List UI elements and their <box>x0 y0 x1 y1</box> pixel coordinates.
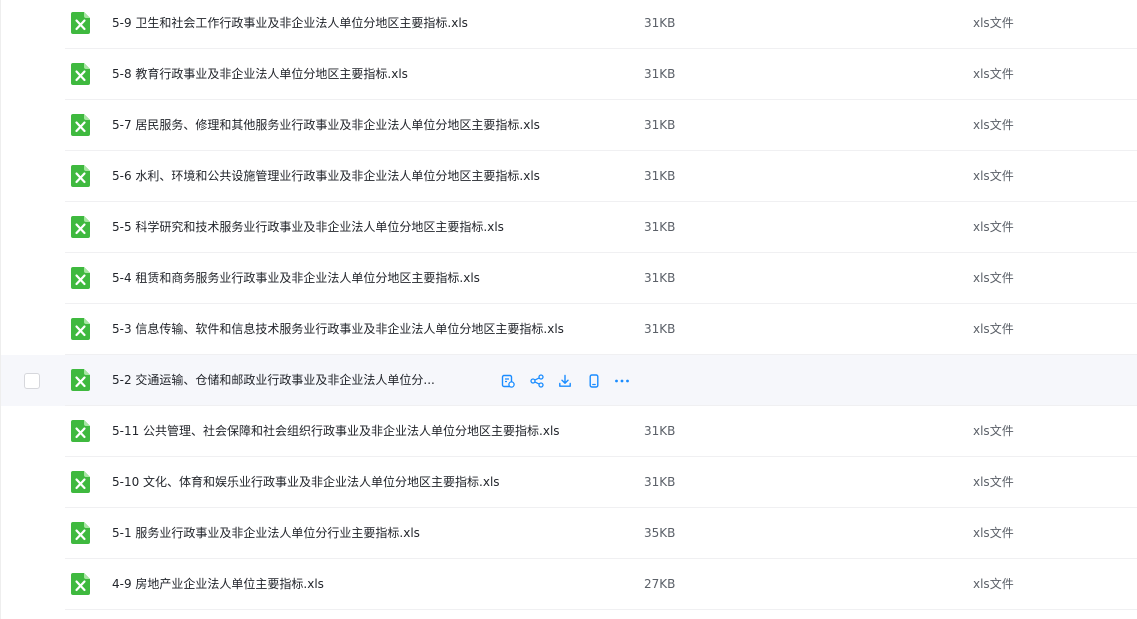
file-type: xls文件 <box>973 118 1014 132</box>
file-name[interactable]: 5-9 卫生和社会工作行政事业及非企业法人单位分地区主要指标.xls <box>112 0 468 49</box>
xls-file-icon <box>71 165 90 187</box>
file-list-panel: 5-9 卫生和社会工作行政事业及非企业法人单位分地区主要指标.xls 31KB xl… <box>0 0 1137 619</box>
file-size: 27KB <box>644 577 676 591</box>
xls-file-icon <box>71 216 90 238</box>
file-name[interactable]: 4-9 房地产业企业法人单位主要指标.xls <box>112 559 324 610</box>
file-type: xls文件 <box>973 271 1014 285</box>
file-row[interactable]: 5-1 服务业行政事业及非企业法人单位分行业主要指标.xls 35KB xls文件 <box>1 508 1137 559</box>
xls-file-icon <box>71 420 90 442</box>
file-size: 35KB <box>644 526 676 540</box>
phone-icon[interactable] <box>584 371 604 391</box>
xls-file-icon <box>71 522 90 544</box>
file-row[interactable]: 5-10 文化、体育和娱乐业行政事业及非企业法人单位分地区主要指标.xls 31K… <box>1 457 1137 508</box>
file-type: xls文件 <box>973 526 1014 540</box>
download-icon[interactable] <box>555 371 575 391</box>
file-list: 5-9 卫生和社会工作行政事业及非企业法人单位分地区主要指标.xls 31KB xl… <box>1 0 1137 610</box>
share-icon[interactable] <box>527 371 547 391</box>
file-type: xls文件 <box>973 169 1014 183</box>
file-row[interactable]: 5-7 居民服务、修理和其他服务业行政事业及非企业法人单位分地区主要指标.xls… <box>1 100 1137 151</box>
file-size: 31KB <box>644 118 676 132</box>
save-to-drive-icon[interactable] <box>498 371 518 391</box>
xls-file-icon <box>71 267 90 289</box>
file-type: xls文件 <box>973 322 1014 336</box>
file-name[interactable]: 5-8 教育行政事业及非企业法人单位分地区主要指标.xls <box>112 49 408 100</box>
file-size: 31KB <box>644 220 676 234</box>
file-name[interactable]: 5-1 服务业行政事业及非企业法人单位分行业主要指标.xls <box>112 508 420 559</box>
select-checkbox[interactable] <box>24 373 40 389</box>
file-type: xls文件 <box>973 16 1014 30</box>
file-size: 31KB <box>644 169 676 183</box>
file-row[interactable]: 5-9 卫生和社会工作行政事业及非企业法人单位分地区主要指标.xls 31KB xl… <box>1 0 1137 49</box>
xls-file-icon <box>71 318 90 340</box>
file-size: 31KB <box>644 322 676 336</box>
file-name[interactable]: 5-4 租赁和商务服务业行政事业及非企业法人单位分地区主要指标.xls <box>112 253 480 304</box>
file-name[interactable]: 5-6 水利、环境和公共设施管理业行政事业及非企业法人单位分地区主要指标.xls <box>112 151 540 202</box>
file-type: xls文件 <box>973 220 1014 234</box>
file-size: 31KB <box>644 16 676 30</box>
file-type: xls文件 <box>973 577 1014 591</box>
file-row[interactable]: 5-8 教育行政事业及非企业法人单位分地区主要指标.xls 31KB xls文件 <box>1 49 1137 100</box>
file-row[interactable]: 5-6 水利、环境和公共设施管理业行政事业及非企业法人单位分地区主要指标.xls… <box>1 151 1137 202</box>
file-type: xls文件 <box>973 475 1014 489</box>
xls-file-icon <box>71 573 90 595</box>
xls-file-icon <box>71 369 90 391</box>
xls-file-icon <box>71 12 90 34</box>
file-row[interactable]: 4-9 房地产业企业法人单位主要指标.xls 27KB xls文件 <box>1 559 1137 610</box>
file-size: 31KB <box>644 424 676 438</box>
file-name[interactable]: 5-3 信息传输、软件和信息技术服务业行政事业及非企业法人单位分地区主要指标.x… <box>112 304 564 355</box>
file-name[interactable]: 5-2 交通运输、仓储和邮政业行政事业及非企业法人单位分... <box>112 355 435 406</box>
file-type: xls文件 <box>973 67 1014 81</box>
file-row[interactable]: 5-4 租赁和商务服务业行政事业及非企业法人单位分地区主要指标.xls 31KB x… <box>1 253 1137 304</box>
xls-file-icon <box>71 471 90 493</box>
file-size: 31KB <box>644 271 676 285</box>
file-size: 31KB <box>644 475 676 489</box>
xls-file-icon <box>71 63 90 85</box>
more-icon[interactable] <box>612 371 632 391</box>
file-name[interactable]: 5-7 居民服务、修理和其他服务业行政事业及非企业法人单位分地区主要指标.xls <box>112 100 540 151</box>
row-actions <box>498 371 641 391</box>
file-row[interactable]: 5-5 科学研究和技术服务业行政事业及非企业法人单位分地区主要指标.xls 31K… <box>1 202 1137 253</box>
file-row[interactable]: 5-11 公共管理、社会保障和社会组织行政事业及非企业法人单位分地区主要指标.x… <box>1 406 1137 457</box>
file-name[interactable]: 5-5 科学研究和技术服务业行政事业及非企业法人单位分地区主要指标.xls <box>112 202 504 253</box>
file-name[interactable]: 5-11 公共管理、社会保障和社会组织行政事业及非企业法人单位分地区主要指标.x… <box>112 406 560 457</box>
file-name[interactable]: 5-10 文化、体育和娱乐业行政事业及非企业法人单位分地区主要指标.xls <box>112 457 500 508</box>
xls-file-icon <box>71 114 90 136</box>
file-row[interactable]: 5-2 交通运输、仓储和邮政业行政事业及非企业法人单位分... <box>1 355 1137 406</box>
file-size: 31KB <box>644 67 676 81</box>
file-type: xls文件 <box>973 424 1014 438</box>
file-row[interactable]: 5-3 信息传输、软件和信息技术服务业行政事业及非企业法人单位分地区主要指标.x… <box>1 304 1137 355</box>
